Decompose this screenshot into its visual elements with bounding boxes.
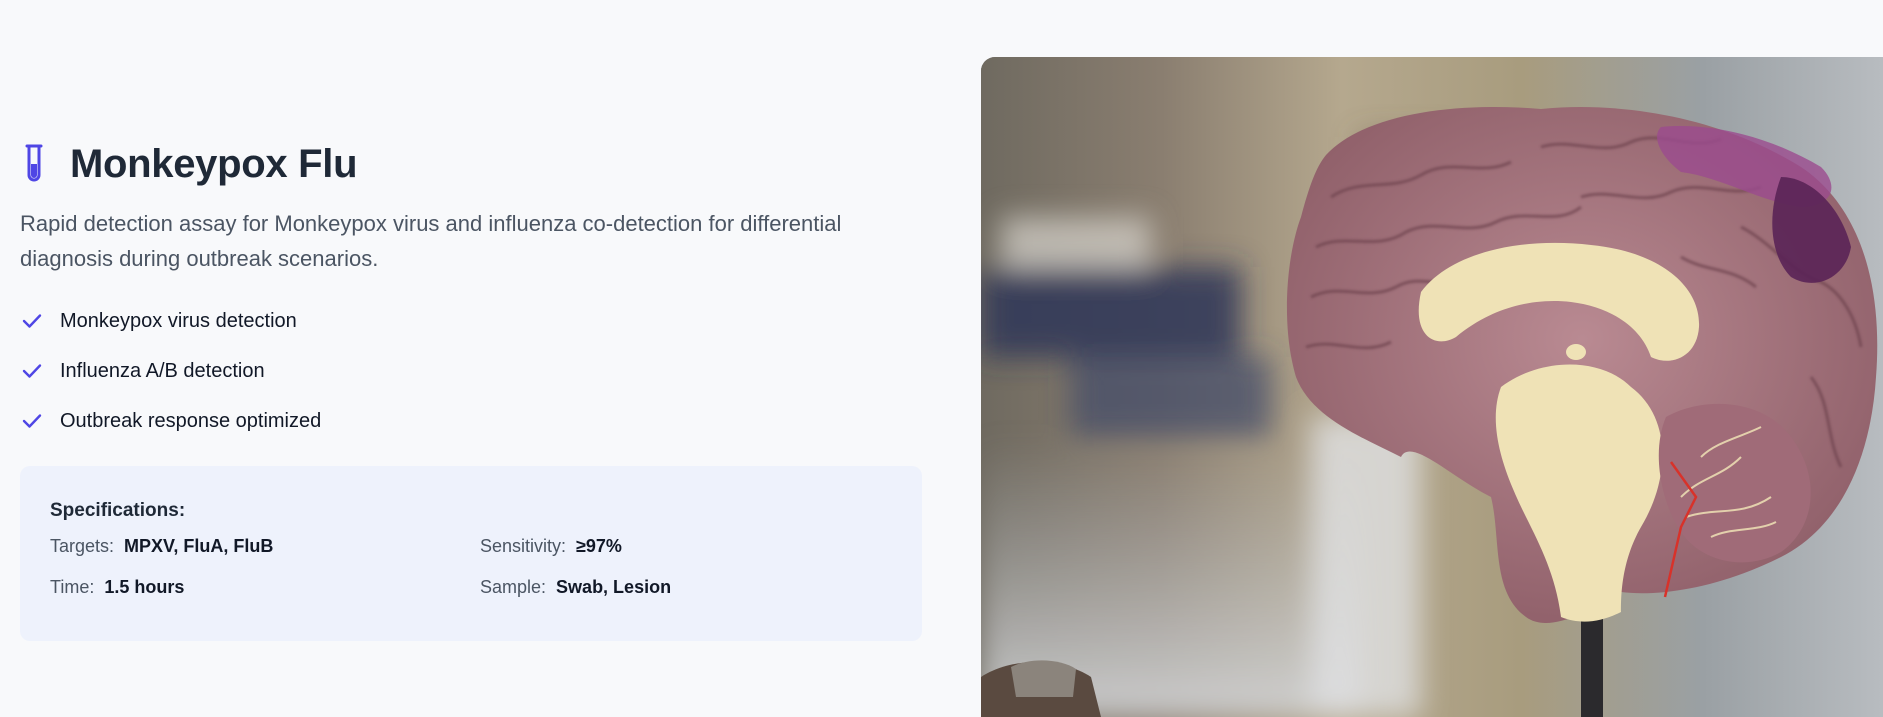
spec-value: MPXV, FluA, FluB — [124, 536, 274, 556]
title-row: Monkeypox Flu — [20, 140, 922, 188]
spec-key: Sample: — [480, 577, 547, 597]
list-item: Outbreak response optimized — [20, 396, 922, 446]
spec-value: 1.5 hours — [104, 577, 185, 597]
brain-model-image — [981, 57, 1883, 717]
list-item: Influenza A/B detection — [20, 346, 922, 396]
spec-value: ≥97% — [576, 536, 622, 556]
check-icon — [20, 409, 44, 433]
spec-time: Time: 1.5 hours — [50, 577, 480, 598]
feature-label: Monkeypox virus detection — [60, 309, 297, 332]
check-icon — [20, 309, 44, 333]
feature-label: Influenza A/B detection — [60, 359, 265, 382]
spec-value: Swab, Lesion — [556, 577, 672, 597]
spec-targets: Targets: MPXV, FluA, FluB — [50, 536, 480, 557]
specifications-card: Specifications: Targets: MPXV, FluA, Flu… — [20, 466, 922, 641]
product-description: Rapid detection assay for Monkeypox viru… — [20, 211, 842, 271]
feature-label: Outbreak response optimized — [60, 409, 322, 432]
spec-sensitivity: Sensitivity: ≥97% — [480, 536, 910, 557]
product-section: Monkeypox Flu Rapid detection assay for … — [20, 140, 922, 641]
test-tube-icon — [20, 143, 48, 185]
list-item: Monkeypox virus detection — [20, 296, 922, 346]
feature-list: Monkeypox virus detection Influenza A/B … — [20, 296, 922, 446]
spec-key: Sensitivity: — [480, 536, 567, 556]
spec-key: Targets: — [50, 536, 115, 556]
product-title: Monkeypox Flu — [70, 141, 358, 186]
spec-key: Time: — [50, 577, 95, 597]
spec-sample: Sample: Swab, Lesion — [480, 577, 910, 598]
specifications-heading: Specifications: — [50, 500, 186, 521]
check-icon — [20, 359, 44, 383]
specifications-grid: Targets: MPXV, FluA, FluB Sensitivity: ≥… — [50, 536, 892, 598]
